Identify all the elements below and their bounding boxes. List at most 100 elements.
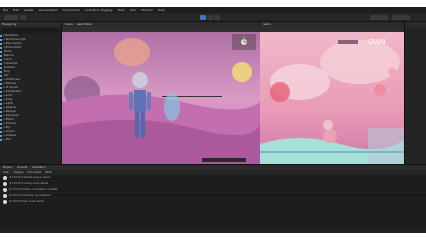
hierarchy-item[interactable]: ▸ Misc [0, 138, 61, 142]
menu-item[interactable]: Tools [117, 8, 124, 12]
gameobject-icon [0, 110, 2, 113]
hierarchy-item-label: ▸ Effects [3, 118, 14, 121]
tab-animation[interactable]: Animation [32, 166, 45, 169]
tab-project[interactable]: Project [3, 166, 12, 169]
hierarchy-item-label: ▸ EventSystem [3, 90, 22, 93]
info-icon [3, 187, 7, 192]
hierarchy-item-label: Balloons [3, 54, 14, 57]
error-pause-button[interactable]: Error Pause [27, 171, 41, 174]
status-bar [0, 227, 426, 233]
gameobject-icon [0, 62, 2, 65]
gameobject-icon [0, 118, 2, 121]
hierarchy-item-label: ▾ Character [3, 62, 18, 65]
menu-item[interactable]: Window [141, 8, 153, 12]
inspector-panel [404, 22, 426, 164]
tab-scene[interactable]: Scene [65, 23, 73, 26]
hierarchy-tab[interactable]: Hierarchy [0, 22, 61, 27]
gameobject-icon [0, 78, 2, 81]
checker-pattern [368, 128, 404, 164]
gameobject-icon [0, 130, 2, 133]
tab-game[interactable]: Game [263, 23, 271, 26]
game-viewport[interactable]: OWN [260, 32, 404, 164]
gameobject-icon [0, 54, 2, 57]
menu-item[interactable]: Help [158, 8, 165, 12]
hierarchy-item-label: Clouds [3, 58, 12, 61]
hierarchy-tree: ▾ MainScene ▸ Directional Light ▸ Main C… [0, 34, 61, 142]
console-log-text: [12:04:35] Character rig initialized [9, 194, 51, 197]
console-log-row[interactable]: [12:04:37] Play mode started [0, 199, 426, 205]
collapse-button[interactable]: Collapse [13, 171, 23, 174]
gameobject-icon [0, 126, 2, 129]
scene-viewport[interactable] [62, 32, 260, 164]
hierarchy-item-label: ▸ Main Camera [3, 42, 22, 45]
hierarchy-item-label: ▸ Timeline [3, 122, 16, 125]
hierarchy-item-label: ▸ PostProcess [3, 78, 20, 81]
cloud-button[interactable] [20, 15, 26, 20]
gameobject-icon [0, 90, 2, 93]
hierarchy-item-label: ▾ MainScene [3, 34, 18, 37]
hierarchy-item-label: ▾ Environment [3, 46, 21, 49]
console-log-text: [12:04:32] Loading scene assets [9, 182, 48, 185]
gameobject-icon [0, 66, 2, 69]
hierarchy-item-label: Hair [3, 74, 9, 77]
menu-item[interactable]: Component [62, 8, 79, 12]
menu-item[interactable]: Jobs [130, 8, 136, 12]
editor-dropdown[interactable]: Editor [45, 171, 52, 174]
scene-overlay-label [202, 158, 246, 162]
play-button[interactable] [200, 15, 206, 20]
hierarchy-item-label: ▸ Misc [3, 138, 12, 141]
hierarchy-panel: Hierarchy ▾ MainScene ▸ Directional Ligh… [0, 22, 62, 164]
hierarchy-item-label: ▸ Volume [3, 130, 15, 133]
hierarchy-item-label: ▸ UI Canvas [3, 86, 18, 89]
hierarchy-item-label: Body [3, 70, 10, 73]
main-toolbar [0, 13, 426, 22]
info-icon [3, 181, 7, 186]
hierarchy-item-label: ▸ Directional Light [3, 38, 26, 41]
info-icon [3, 175, 7, 180]
game-render: OWN [260, 32, 404, 164]
hierarchy-item-label: ▸ Manager [3, 110, 17, 113]
gameobject-icon [0, 86, 2, 89]
hierarchy-item-label: ▸ Cameras [3, 134, 17, 137]
gameobject-icon [0, 58, 2, 61]
hierarchy-item-label: ▸ Spawner [3, 106, 17, 109]
hierarchy-search[interactable] [2, 28, 59, 33]
hierarchy-item-label: ▸ Props [3, 98, 13, 101]
account-button[interactable] [4, 15, 18, 20]
hierarchy-item-label: ▸ Audio [3, 94, 13, 97]
tab-asset-store[interactable]: Asset Store [77, 23, 92, 26]
gameobject-icon [0, 134, 2, 137]
clear-button[interactable]: Clear [3, 171, 9, 174]
unity-editor-window: File Edit Assets GameObject Component Animati… [0, 7, 426, 233]
gameobject-icon [0, 42, 2, 45]
menu-item[interactable]: Assets [24, 8, 34, 12]
gameobject-icon [0, 82, 2, 85]
scene-panel: Scene Asset Store [62, 22, 260, 164]
gameobject-icon [0, 114, 2, 117]
gameobject-icon [0, 38, 2, 41]
info-icon [3, 199, 7, 204]
balloon-shape [232, 62, 252, 82]
layers-dropdown[interactable] [370, 15, 388, 20]
menu-item[interactable]: File [3, 8, 8, 12]
menu-item[interactable]: Edit [13, 8, 19, 12]
console-log-text: [12:04:31] Initialize engine version [9, 176, 51, 179]
pause-button[interactable] [207, 15, 213, 20]
inspector-tab[interactable] [405, 22, 426, 27]
menu-item[interactable]: Animation Rigging [85, 8, 113, 12]
step-button[interactable] [214, 15, 220, 20]
info-icon [3, 193, 7, 198]
gameobject-icon [0, 122, 2, 125]
gameobject-icon [0, 138, 2, 141]
menu-item[interactable]: GameObject [39, 8, 58, 12]
scene-render [62, 32, 260, 164]
hierarchy-item-label: Armature [3, 66, 15, 69]
particle-effect [164, 93, 180, 121]
layout-dropdown[interactable] [392, 15, 410, 20]
balloon-shape [114, 38, 150, 66]
console-log-text: [12:04:37] Play mode started [9, 200, 45, 203]
hierarchy-item-label: Terrain [3, 50, 12, 53]
tab-console[interactable]: Console [17, 166, 27, 169]
gameobject-icon [0, 50, 2, 53]
hierarchy-item-label: ▸ Lights [3, 102, 13, 105]
